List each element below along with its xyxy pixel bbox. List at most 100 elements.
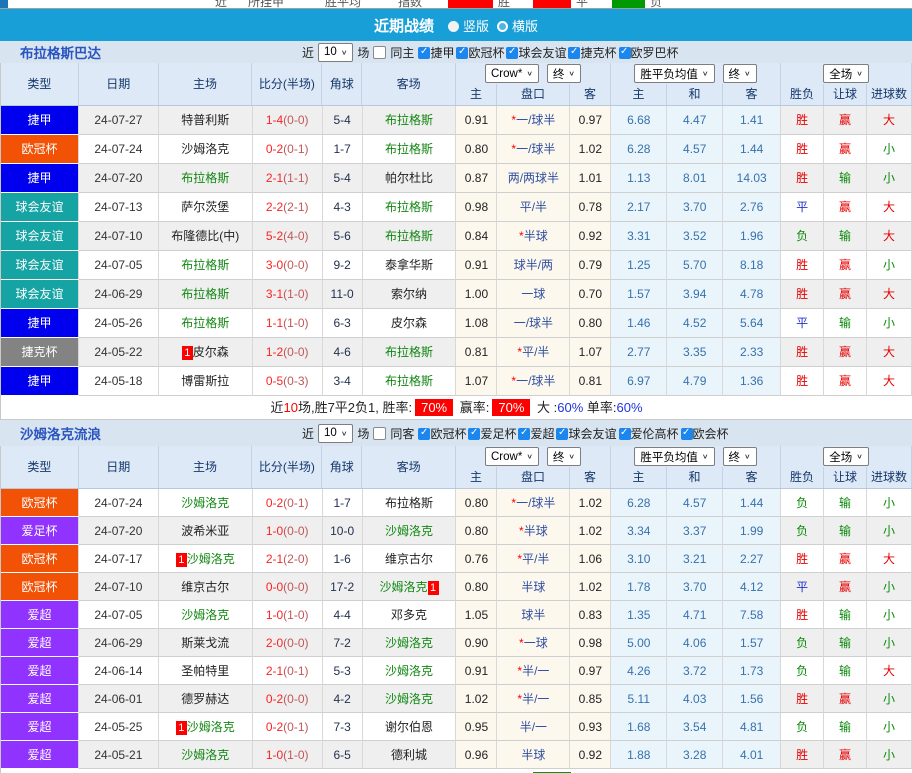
home-team[interactable]: 1沙姆洛克 bbox=[159, 545, 253, 573]
type-badge: 捷甲 bbox=[1, 367, 79, 396]
avg-time-select[interactable]: 终∨ bbox=[723, 64, 757, 83]
avg-away: 1.99 bbox=[723, 517, 781, 545]
league-checkbox[interactable] bbox=[568, 47, 580, 59]
period-select[interactable]: 全场∨ bbox=[823, 447, 869, 466]
away-team[interactable]: 帕尔杜比 bbox=[363, 164, 457, 193]
result: 平 bbox=[781, 193, 824, 222]
table-row: 爱超24-05-251沙姆洛克0-2(0-1)7-3谢尔伯恩0.95半/一0.9… bbox=[1, 713, 912, 741]
away-team[interactable]: 沙姆洛克1 bbox=[363, 573, 457, 601]
chevron-down-icon: ∨ bbox=[568, 69, 575, 77]
home-team[interactable]: 斯莱戈流 bbox=[159, 629, 253, 657]
avg-draw: 4.57 bbox=[667, 489, 723, 517]
home-team[interactable]: 沙姆洛克 bbox=[159, 741, 253, 769]
home-team[interactable]: 沙姆洛克 bbox=[159, 489, 253, 517]
type-badge: 欧冠杯 bbox=[1, 489, 79, 517]
result: 胜 bbox=[781, 741, 824, 769]
table-row: 欧冠杯24-07-24沙姆洛克0-2(0-1)1-7布拉格斯0.80*一/球半1… bbox=[1, 135, 912, 164]
games-count-select[interactable]: 10∨ bbox=[318, 43, 353, 62]
col-avg-home: 主 bbox=[611, 467, 667, 488]
period-select[interactable]: 全场∨ bbox=[823, 64, 869, 83]
corner-score: 3-4 bbox=[323, 367, 363, 396]
avg-away: 1.57 bbox=[723, 629, 781, 657]
home-team[interactable]: 布拉格斯 bbox=[159, 280, 253, 309]
odds-time-select[interactable]: 终∨ bbox=[547, 64, 581, 83]
league-label: 捷克杯 bbox=[580, 46, 616, 60]
odds-source-select[interactable]: Crow*∨ bbox=[485, 447, 539, 466]
odds-time-select[interactable]: 终∨ bbox=[547, 447, 581, 466]
legend-color-swatch bbox=[612, 0, 645, 9]
league-checkbox[interactable] bbox=[468, 428, 480, 440]
goals-total: 大 bbox=[867, 545, 912, 573]
league-checkbox[interactable] bbox=[506, 47, 518, 59]
away-team[interactable]: 布拉格斯 bbox=[363, 193, 457, 222]
red-card-badge: 1 bbox=[176, 721, 187, 735]
same-venue-checkbox[interactable] bbox=[373, 46, 386, 59]
summary-segment: 场,胜7平2负1, 胜率: bbox=[298, 400, 412, 415]
avg-time-select[interactable]: 终∨ bbox=[723, 447, 757, 466]
layout-radio-0[interactable] bbox=[448, 21, 459, 32]
away-team[interactable]: 沙姆洛克 bbox=[363, 629, 457, 657]
odds-home: 1.08 bbox=[456, 309, 497, 338]
home-team[interactable]: 1皮尔森 bbox=[159, 338, 253, 367]
avg-type-select[interactable]: 胜平负均值∨ bbox=[634, 447, 714, 466]
away-team[interactable]: 布拉格斯 bbox=[363, 338, 457, 367]
league-checkbox[interactable] bbox=[556, 428, 568, 440]
home-team[interactable]: 维京古尔 bbox=[159, 573, 253, 601]
layout-radio-1[interactable] bbox=[497, 21, 508, 32]
corner-score: 7-2 bbox=[323, 629, 363, 657]
home-team[interactable]: 特普利斯 bbox=[159, 106, 253, 135]
score: 2-1(0-1) bbox=[253, 657, 323, 685]
odds-home: 0.80 bbox=[456, 135, 497, 164]
league-checkbox[interactable] bbox=[456, 47, 468, 59]
away-team[interactable]: 维京古尔 bbox=[363, 545, 457, 573]
away-team[interactable]: 索尔纳 bbox=[363, 280, 457, 309]
home-team[interactable]: 1沙姆洛克 bbox=[159, 713, 253, 741]
home-team[interactable]: 博雷斯拉 bbox=[159, 367, 253, 396]
away-team[interactable]: 沙姆洛克 bbox=[363, 685, 457, 713]
home-team[interactable]: 布隆德比(中) bbox=[159, 222, 253, 251]
away-team[interactable]: 布拉格斯 bbox=[363, 106, 457, 135]
home-team[interactable]: 布拉格斯 bbox=[159, 251, 253, 280]
avg-away: 1.36 bbox=[723, 367, 781, 396]
away-team[interactable]: 谢尔伯恩 bbox=[363, 713, 457, 741]
league-checkbox[interactable] bbox=[418, 47, 430, 59]
handicap: *一/球半 bbox=[497, 106, 570, 135]
home-team[interactable]: 布拉格斯 bbox=[159, 309, 253, 338]
score: 0-2(0-1) bbox=[253, 713, 323, 741]
col-result: 胜负 bbox=[781, 84, 824, 105]
away-team[interactable]: 邓多克 bbox=[363, 601, 457, 629]
home-team[interactable]: 萨尔茨堡 bbox=[159, 193, 253, 222]
avg-type-select[interactable]: 胜平负均值∨ bbox=[634, 64, 714, 83]
away-team[interactable]: 泰拿华斯 bbox=[363, 251, 457, 280]
league-checkbox[interactable] bbox=[619, 428, 631, 440]
handicap-result: 输 bbox=[824, 517, 867, 545]
home-team[interactable]: 布拉格斯 bbox=[159, 164, 253, 193]
away-team[interactable]: 沙姆洛克 bbox=[363, 657, 457, 685]
away-team[interactable]: 德利城 bbox=[363, 741, 457, 769]
home-team[interactable]: 圣帕特里 bbox=[159, 657, 253, 685]
away-team[interactable]: 布拉格斯 bbox=[363, 489, 457, 517]
league-checkbox[interactable] bbox=[418, 428, 430, 440]
home-team[interactable]: 波希米亚 bbox=[159, 517, 253, 545]
summary-segment: 70% bbox=[415, 399, 453, 416]
games-count-select[interactable]: 10∨ bbox=[318, 424, 353, 443]
same-venue-checkbox[interactable] bbox=[373, 427, 386, 440]
odds-source-select[interactable]: Crow*∨ bbox=[485, 64, 539, 83]
league-checkbox[interactable] bbox=[681, 428, 693, 440]
away-team[interactable]: 布拉格斯 bbox=[363, 367, 457, 396]
league-checkbox[interactable] bbox=[619, 47, 631, 59]
handicap-result: 输 bbox=[824, 713, 867, 741]
away-team[interactable]: 布拉格斯 bbox=[363, 135, 457, 164]
away-team[interactable]: 皮尔森 bbox=[363, 309, 457, 338]
home-team[interactable]: 沙姆洛克 bbox=[159, 601, 253, 629]
layout-radio-label-1[interactable]: 横版 bbox=[512, 19, 538, 34]
summary-segment: 赢率: bbox=[456, 400, 489, 415]
top-strip-text: 所挂甲 bbox=[248, 0, 284, 9]
away-team[interactable]: 沙姆洛克 bbox=[363, 517, 457, 545]
layout-radio-label-0[interactable]: 竖版 bbox=[463, 19, 489, 34]
home-team[interactable]: 德罗赫达 bbox=[159, 685, 253, 713]
result: 胜 bbox=[781, 135, 824, 164]
league-checkbox[interactable] bbox=[518, 428, 530, 440]
home-team[interactable]: 沙姆洛克 bbox=[159, 135, 253, 164]
away-team[interactable]: 布拉格斯 bbox=[363, 222, 457, 251]
